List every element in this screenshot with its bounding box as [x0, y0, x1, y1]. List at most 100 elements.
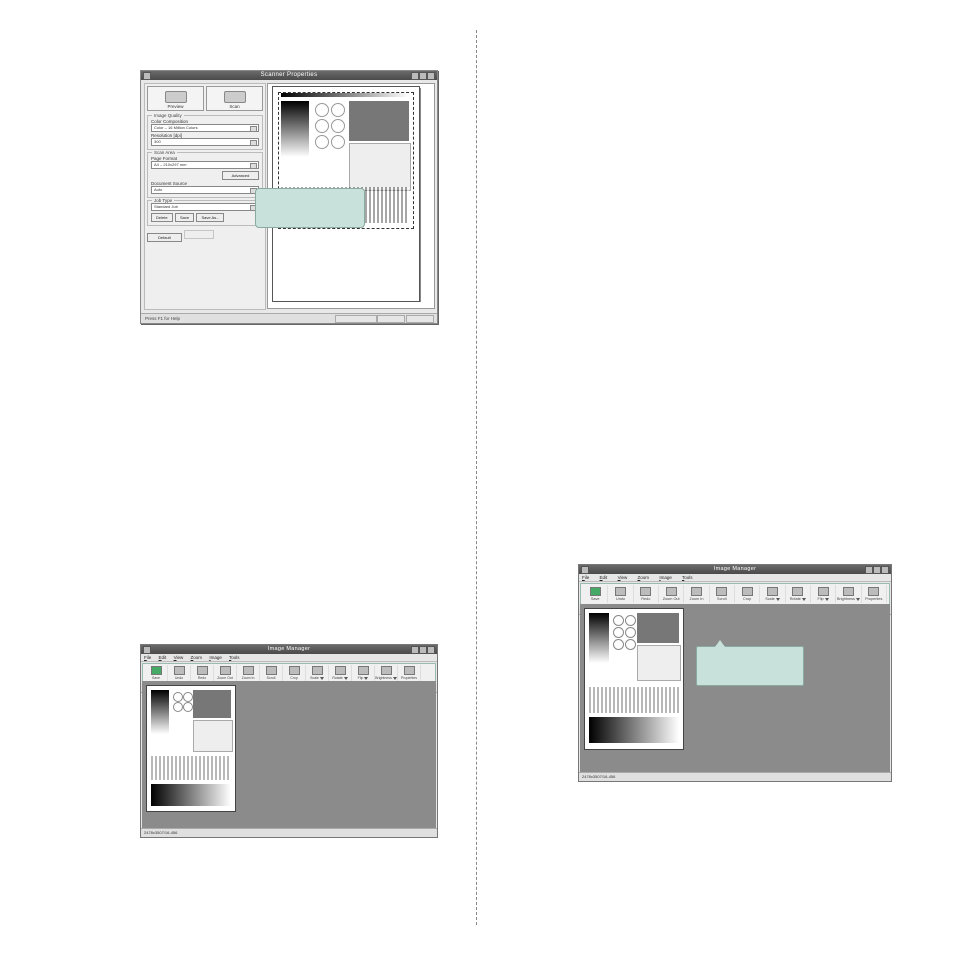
menu-tools[interactable]: Tools — [229, 655, 240, 660]
close-icon[interactable] — [427, 646, 435, 654]
crop-icon — [289, 666, 300, 675]
image-manager-window-2: Image Manager File Edit View Zoom Image … — [578, 564, 892, 782]
menu-image[interactable]: Image — [209, 655, 222, 660]
brightness-icon — [381, 666, 392, 675]
menu-tools[interactable]: Tools — [682, 575, 693, 580]
window-menu-icon[interactable] — [143, 646, 151, 654]
color-dropdown[interactable]: Color – 16 Million Colors — [151, 124, 259, 132]
delete-button[interactable]: Delete — [151, 213, 173, 222]
im1-menubar[interactable]: File Edit View Zoom Image Tools — [141, 654, 437, 662]
im2-menubar[interactable]: File Edit View Zoom Image Tools — [579, 574, 891, 582]
tool-brightness[interactable]: Brightness — [375, 665, 398, 681]
default-button[interactable]: Default — [147, 233, 182, 242]
scanner-callout — [255, 188, 365, 228]
properties-icon — [868, 587, 879, 596]
menu-edit[interactable]: Edit — [159, 655, 167, 660]
advanced-button[interactable]: Advanced — [222, 171, 259, 180]
tool-save[interactable]: Save — [145, 665, 168, 681]
scroll-icon — [716, 587, 727, 596]
scroll-icon — [266, 666, 277, 675]
window-menu-icon[interactable] — [143, 72, 151, 80]
maximize-icon[interactable] — [419, 72, 427, 80]
save-icon — [151, 666, 162, 675]
job-type-dropdown[interactable]: Standard Job — [151, 203, 259, 211]
tool-save[interactable]: Save — [583, 585, 608, 603]
saveas-button[interactable]: Save As... — [196, 213, 224, 222]
im1-canvas[interactable] — [142, 681, 436, 828]
minimize-icon[interactable] — [865, 566, 873, 574]
tool-redo[interactable]: Redo — [191, 665, 214, 681]
menu-view[interactable]: View — [174, 655, 184, 660]
tool-flip[interactable]: Flip — [811, 585, 836, 603]
tool-brightness[interactable]: Brightness — [836, 585, 861, 603]
close-icon[interactable] — [427, 72, 435, 80]
scanner-scan-icon — [224, 91, 246, 103]
page-format-dropdown[interactable]: A4 – 210x297 mm — [151, 161, 259, 169]
close-icon[interactable] — [881, 566, 889, 574]
zoom-out-icon — [220, 666, 231, 675]
im1-status-text: 2478x3507/16-456 — [144, 830, 177, 835]
redo-icon — [640, 587, 651, 596]
page-column-divider — [476, 30, 477, 925]
scanner-titlebar: Scanner Properties — [141, 71, 437, 80]
menu-zoom[interactable]: Zoom — [191, 655, 203, 660]
brightness-icon — [843, 587, 854, 596]
im2-toolbar: Save Undo Redo Zoom Out Zoom In Scroll C… — [580, 583, 890, 605]
menu-file[interactable]: File — [582, 575, 589, 580]
docsrc-dropdown[interactable]: Auto — [151, 186, 259, 194]
resolution-dropdown[interactable]: 300 — [151, 138, 259, 146]
tool-properties[interactable]: Properties — [398, 665, 421, 681]
tool-crop[interactable]: Crop — [283, 665, 306, 681]
menu-file[interactable]: File — [144, 655, 151, 660]
window-menu-icon[interactable] — [581, 566, 589, 574]
tool-undo[interactable]: Undo — [168, 665, 191, 681]
im2-document[interactable] — [584, 608, 684, 750]
tool-scroll[interactable]: Scroll — [260, 665, 283, 681]
scan-button[interactable]: Scan — [206, 86, 263, 111]
undo-icon — [174, 666, 185, 675]
maximize-icon[interactable] — [873, 566, 881, 574]
tool-zoomout[interactable]: Zoom Out — [659, 585, 684, 603]
im2-canvas[interactable] — [580, 604, 890, 772]
tool-undo[interactable]: Undo — [608, 585, 633, 603]
minimize-icon[interactable] — [411, 646, 419, 654]
menu-edit[interactable]: Edit — [600, 575, 608, 580]
maximize-icon[interactable] — [419, 646, 427, 654]
imgq-title: Image Quality — [152, 113, 184, 118]
tool-redo[interactable]: Redo — [634, 585, 659, 603]
zoom-in-icon — [243, 666, 254, 675]
area-title: Scan Area — [152, 150, 177, 155]
tool-rotate[interactable]: Rotate — [786, 585, 811, 603]
undo-icon — [615, 587, 626, 596]
redo-icon — [197, 666, 208, 675]
im2-titlebar: Image Manager — [579, 565, 891, 574]
tool-zoomin[interactable]: Zoom In — [684, 585, 709, 603]
minimize-icon[interactable] — [411, 72, 419, 80]
tool-crop[interactable]: Crop — [735, 585, 760, 603]
tool-flip[interactable]: Flip — [352, 665, 375, 681]
scanner-statusbar: Press F1 for Help — [141, 313, 437, 323]
tool-zoomout[interactable]: Zoom Out — [214, 665, 237, 681]
tool-properties[interactable]: Properties — [862, 585, 887, 603]
menu-zoom[interactable]: Zoom — [638, 575, 650, 580]
preview-button[interactable]: Preview — [147, 86, 204, 111]
menu-view[interactable]: View — [618, 575, 628, 580]
im2-title: Image Manager — [714, 566, 756, 572]
scanner-properties-window: Scanner Properties Preview Scan Image Qu… — [140, 70, 438, 324]
tool-scroll[interactable]: Scroll — [710, 585, 735, 603]
zoom-in-icon — [691, 587, 702, 596]
scanner-left-panel: Preview Scan Image Quality Color Composi… — [144, 83, 266, 310]
flip-icon — [818, 587, 829, 596]
tool-rotate[interactable]: Rotate — [329, 665, 352, 681]
save-icon — [590, 587, 601, 596]
im1-titlebar: Image Manager — [141, 645, 437, 654]
tool-scale[interactable]: Scale — [760, 585, 785, 603]
save-button[interactable]: Save — [175, 213, 194, 222]
rotate-icon — [335, 666, 346, 675]
im1-document[interactable] — [146, 685, 236, 812]
properties-icon — [404, 666, 415, 675]
tool-scale[interactable]: Scale — [306, 665, 329, 681]
menu-image[interactable]: Image — [659, 575, 672, 580]
job-type-group: Job Type Standard Job Delete Save Save A… — [147, 200, 263, 226]
tool-zoomin[interactable]: Zoom In — [237, 665, 260, 681]
